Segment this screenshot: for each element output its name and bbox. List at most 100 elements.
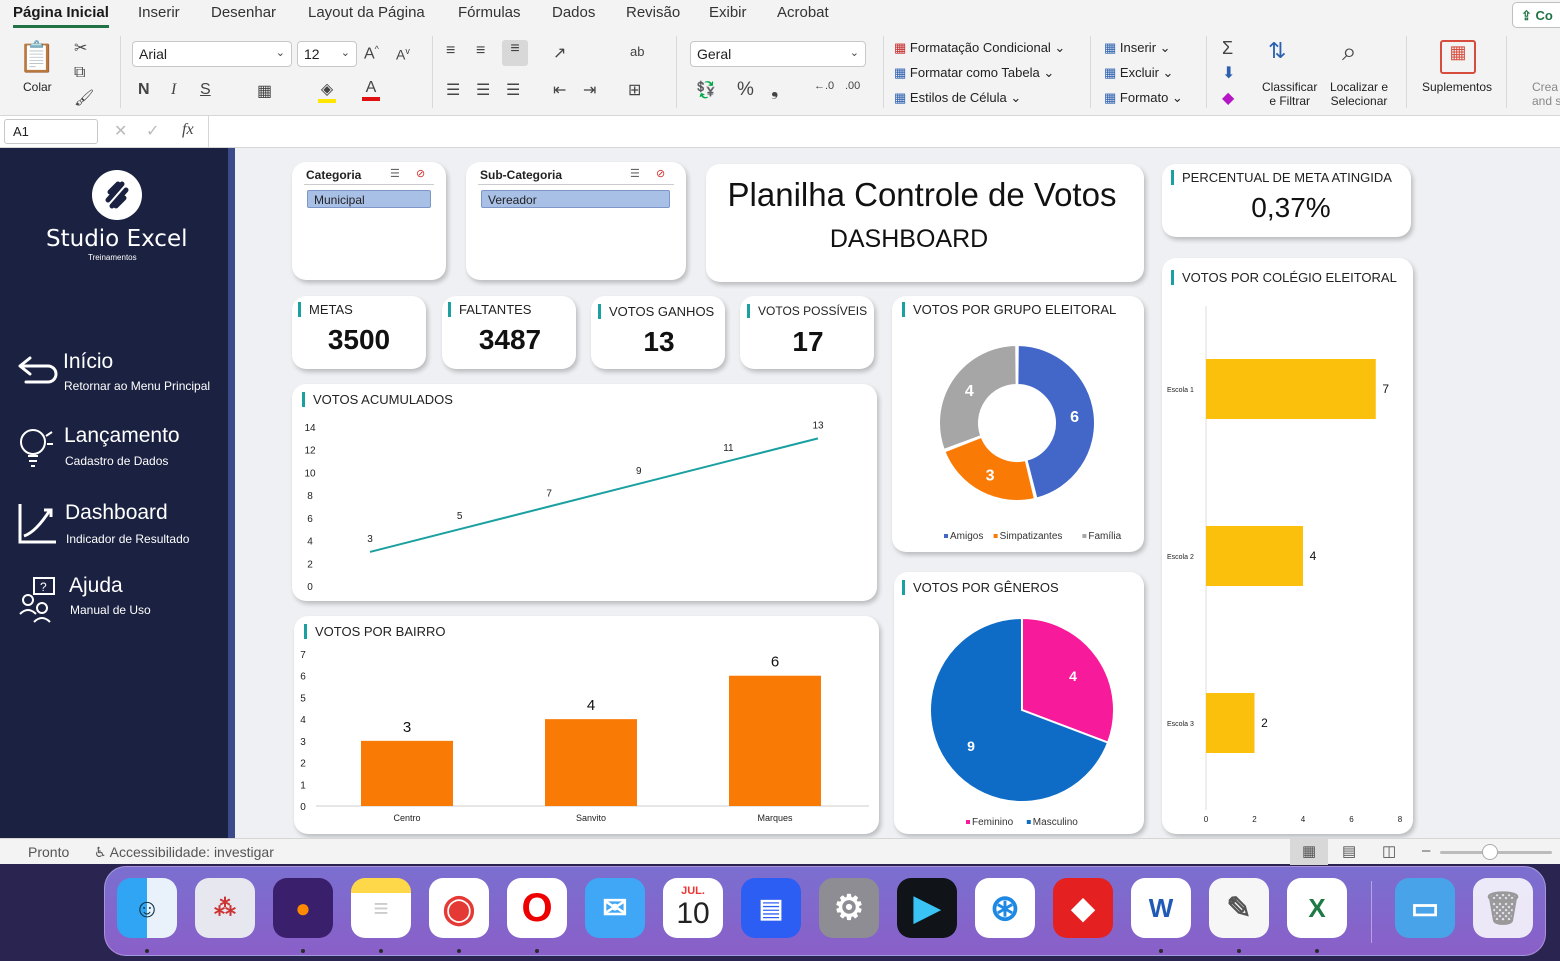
name-box[interactable]: A1 <box>4 119 98 144</box>
multi-select-icon[interactable]: ☰ <box>630 167 640 180</box>
align-bottom-icon[interactable]: ≡ <box>502 40 528 66</box>
increase-decimal-icon[interactable]: ←.0 <box>814 80 834 92</box>
fill-color-icon[interactable]: ◈ <box>318 79 336 103</box>
increase-font-icon[interactable]: A^ <box>364 44 379 63</box>
sort-filter-button[interactable]: Classificar e Filtrar <box>1262 80 1317 108</box>
tab-pagina-inicial[interactable]: Página Inicial <box>13 4 109 28</box>
multi-select-icon[interactable]: ☰ <box>390 167 400 180</box>
fill-icon[interactable]: ⬇ <box>1222 63 1235 83</box>
merge-cells-icon[interactable]: ⊞ <box>628 80 641 100</box>
vscode-icon[interactable]: ▶ <box>897 878 957 938</box>
tab-layout-da-pagina[interactable]: Layout da Página <box>308 4 425 21</box>
clear-icon[interactable]: ◆ <box>1222 88 1234 108</box>
opera-icon[interactable]: O <box>507 878 567 938</box>
nav-item-inicio[interactable]: Início Retornar ao Menu Principal <box>14 350 224 404</box>
share-button[interactable]: ⇪ Co <box>1512 2 1560 28</box>
tab-revisao[interactable]: Revisão <box>626 4 680 21</box>
wrap-text-icon[interactable]: ab <box>630 44 644 59</box>
mail-icon[interactable]: ✉ <box>585 878 645 938</box>
copy-icon[interactable]: ⧉ <box>74 64 85 82</box>
chrome-icon[interactable]: ◉ <box>429 878 489 938</box>
slicer-item[interactable]: Municipal <box>307 190 431 208</box>
font-size-select[interactable]: 12 ⌄ <box>297 41 357 67</box>
clear-filter-icon[interactable]: ⊘ <box>656 167 665 180</box>
add-ins-button[interactable]: Suplementos <box>1422 80 1492 94</box>
delete-cells-button[interactable]: ▦ Excluir ⌄ <box>1104 65 1173 81</box>
word-icon[interactable]: W <box>1131 878 1191 938</box>
format-painter-icon[interactable]: 🖌 <box>74 88 94 108</box>
format-as-table-button[interactable]: ▦ Formatar como Tabela ⌄ <box>894 65 1054 81</box>
firefox-icon[interactable]: ● <box>273 878 333 938</box>
tab-acrobat[interactable]: Acrobat <box>777 4 829 21</box>
nav-item-lancamento[interactable]: Lançamento Cadastro de Dados <box>14 424 224 478</box>
card-title: PERCENTUAL DE META ATINGIDA <box>1171 170 1392 185</box>
font-name-select[interactable]: Arial ⌄ <box>132 41 292 67</box>
page-layout-view-icon[interactable]: ▤ <box>1342 842 1356 860</box>
safari-icon[interactable]: ⊛ <box>975 878 1035 938</box>
comma-style-icon[interactable]: ❟ <box>771 79 778 101</box>
tab-exibir[interactable]: Exibir <box>709 4 747 21</box>
screen-share-icon[interactable]: ▤ <box>741 878 801 938</box>
zoom-slider-thumb[interactable] <box>1482 844 1498 860</box>
page-break-view-icon[interactable]: ◫ <box>1382 842 1396 860</box>
finder-icon[interactable]: ☺ <box>117 878 177 938</box>
add-ins-icon[interactable]: ▦ <box>1440 40 1476 74</box>
formula-input[interactable] <box>208 116 1560 147</box>
paste-icon[interactable]: 📋 <box>18 40 55 78</box>
font-color-icon[interactable]: A <box>362 79 380 101</box>
create-share-button[interactable]: Creaand sh <box>1532 80 1560 108</box>
notes-icon[interactable]: ≡ <box>351 878 411 938</box>
cut-icon[interactable]: ✂ <box>74 38 87 58</box>
nav-item-dashboard[interactable]: Dashboard Indicador de Resultado <box>14 500 224 554</box>
percent-icon[interactable]: % <box>737 79 754 101</box>
system-settings-icon[interactable]: ⚙ <box>819 878 879 938</box>
decrease-decimal-icon[interactable]: .00 <box>845 80 860 92</box>
nav-item-ajuda[interactable]: ? Ajuda Manual de Uso <box>14 574 224 628</box>
normal-view-icon[interactable]: ▦ <box>1290 839 1328 865</box>
find-select-icon[interactable]: ⌕ <box>1342 36 1357 68</box>
align-right-icon[interactable]: ☰ <box>506 80 520 100</box>
clear-filter-icon[interactable]: ⊘ <box>416 167 425 180</box>
borders-icon[interactable]: ▦ <box>257 81 272 101</box>
insert-function-icon[interactable]: fx <box>182 121 194 139</box>
confirm-icon[interactable]: ✓ <box>146 121 159 141</box>
tab-dados[interactable]: Dados <box>552 4 595 21</box>
find-select-button[interactable]: Localizar e Selecionar <box>1330 80 1388 108</box>
calendar-icon[interactable]: JUL. 10 <box>663 878 723 938</box>
textedit-icon[interactable]: ✎ <box>1209 878 1269 938</box>
insert-cells-button[interactable]: ▦ Inserir ⌄ <box>1104 40 1171 56</box>
downloads-folder-icon[interactable]: ▭ <box>1395 878 1455 938</box>
sort-filter-icon[interactable]: ⇅ <box>1268 38 1286 64</box>
currency-icon[interactable]: 💱 <box>696 80 716 100</box>
tab-desenhar[interactable]: Desenhar <box>211 4 276 21</box>
align-top-icon[interactable]: ≡ <box>446 42 455 60</box>
excel-icon[interactable]: X <box>1287 878 1347 938</box>
align-center-icon[interactable]: ☰ <box>476 80 490 100</box>
align-middle-icon[interactable]: ≡ <box>476 42 485 60</box>
bold-button[interactable]: N <box>138 81 150 99</box>
trash-icon[interactable]: 🗑 <box>1473 878 1533 938</box>
tab-inserir[interactable]: Inserir <box>138 4 180 21</box>
autosum-icon[interactable]: Σ <box>1222 38 1233 59</box>
legend-label: Família <box>1088 531 1121 542</box>
cancel-icon[interactable]: ✕ <box>114 121 127 141</box>
increase-indent-icon[interactable]: ⇥ <box>583 80 596 100</box>
x-tick-label: Centro <box>393 813 420 823</box>
italic-button[interactable]: I <box>171 81 176 99</box>
zoom-out-icon[interactable]: – <box>1422 842 1430 859</box>
underline-button[interactable]: S <box>200 81 211 99</box>
launchpad-icon[interactable]: ⁂ <box>195 878 255 938</box>
align-left-icon[interactable]: ☰ <box>446 80 460 100</box>
format-cells-button[interactable]: ▦ Formato ⌄ <box>1104 90 1183 106</box>
decrease-font-icon[interactable]: Av <box>396 46 410 63</box>
cell-styles-button[interactable]: ▦ Estilos de Célula ⌄ <box>894 90 1021 106</box>
paste-label[interactable]: Colar <box>23 80 52 94</box>
tab-formulas[interactable]: Fórmulas <box>458 4 521 21</box>
conditional-formatting-button[interactable]: ▦ Formatação Condicional ⌄ <box>894 40 1065 56</box>
accessibility-status[interactable]: ♿︎ Accessibilidade: investigar <box>94 844 274 861</box>
number-format-select[interactable]: Geral ⌄ <box>690 41 866 67</box>
anydesk-icon[interactable]: ◆ <box>1053 878 1113 938</box>
slicer-item[interactable]: Vereador <box>481 190 670 208</box>
orientation-icon[interactable]: ↗ <box>553 43 566 63</box>
decrease-indent-icon[interactable]: ⇤ <box>553 80 566 100</box>
